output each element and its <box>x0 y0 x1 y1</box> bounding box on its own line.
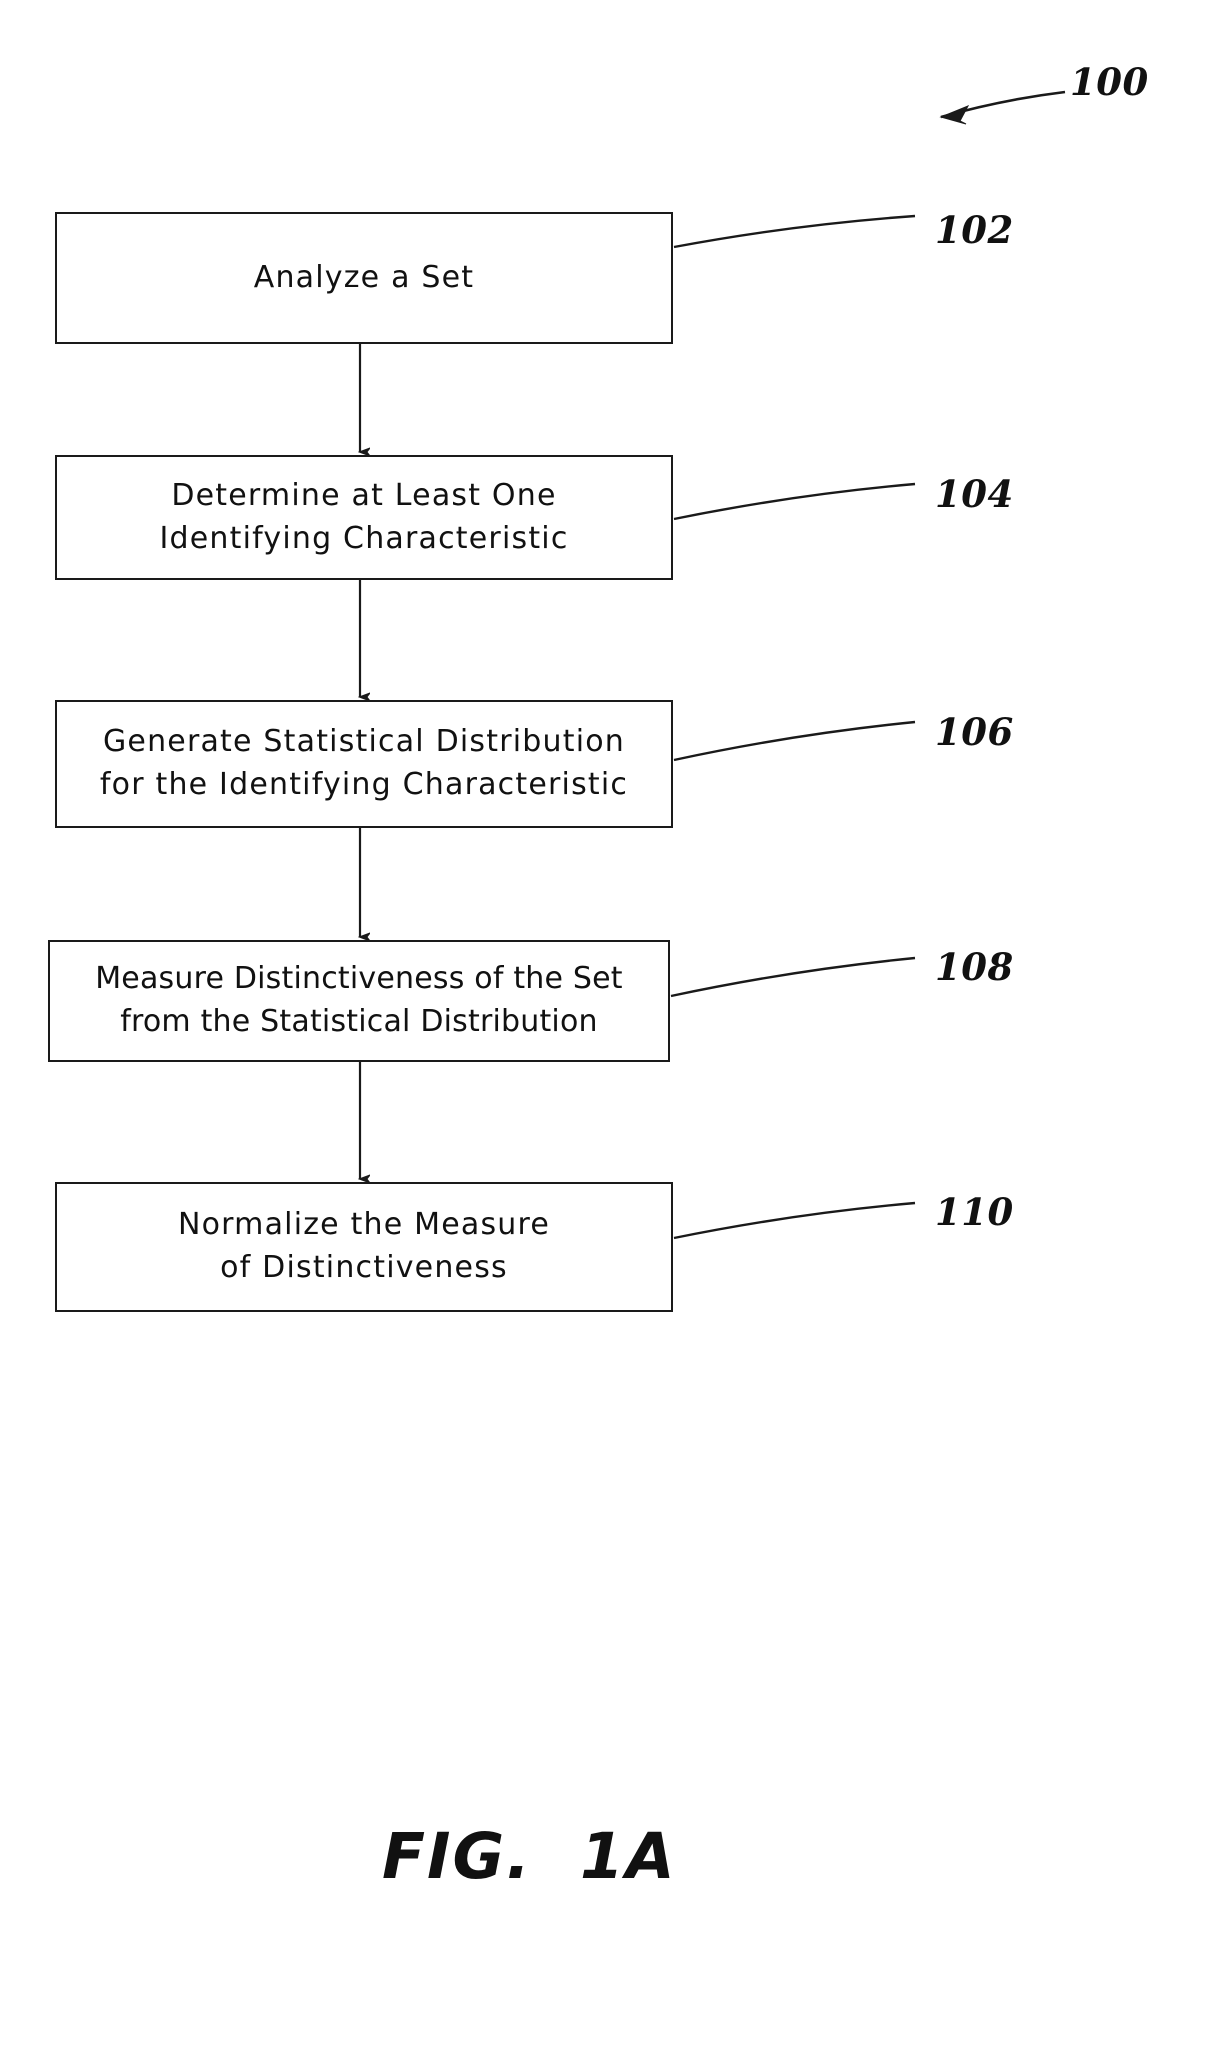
leader-line-102 <box>673 214 916 249</box>
flowchart-box-label-106: Generate Statistical Distribution for th… <box>99 724 629 802</box>
leader-line-108 <box>670 956 916 998</box>
flowchart-box-110: Normalize the Measure of Distinctiveness <box>55 1182 673 1312</box>
reference-numeral-106: 106 <box>935 710 1014 754</box>
arrowhead-100-icon <box>939 105 970 125</box>
leader-line-100 <box>940 90 1066 119</box>
figure-caption: FIG. 1A <box>382 1820 677 1893</box>
leader-line-106 <box>673 720 916 762</box>
reference-numeral-100: 100 <box>1070 60 1149 104</box>
flowchart-box-102: Analyze a Set <box>55 212 673 344</box>
reference-numeral-110: 110 <box>935 1190 1014 1234</box>
flowchart-box-label-102: Analyze a Set <box>253 259 475 295</box>
leader-line-110 <box>673 1201 916 1240</box>
flowchart-box-106: Generate Statistical Distribution for th… <box>55 700 673 828</box>
reference-numeral-104: 104 <box>935 472 1014 516</box>
flowchart-box-104: Determine at Least One Identifying Chara… <box>55 455 673 580</box>
patent-figure-page: 100 Analyze a Set Determine at Least One … <box>0 0 1214 2055</box>
flowchart-box-label-108: Measure Distinctiveness of the Set from … <box>95 961 623 1039</box>
flowchart-box-108: Measure Distinctiveness of the Set from … <box>48 940 670 1062</box>
leader-line-group <box>670 90 1066 1240</box>
leader-line-104 <box>673 482 916 521</box>
flowchart-box-label-110: Normalize the Measure of Distinctiveness <box>177 1207 551 1285</box>
reference-numeral-108: 108 <box>935 945 1014 989</box>
reference-numeral-102: 102 <box>935 208 1014 252</box>
flowchart-box-label-104: Determine at Least One Identifying Chara… <box>159 477 569 556</box>
